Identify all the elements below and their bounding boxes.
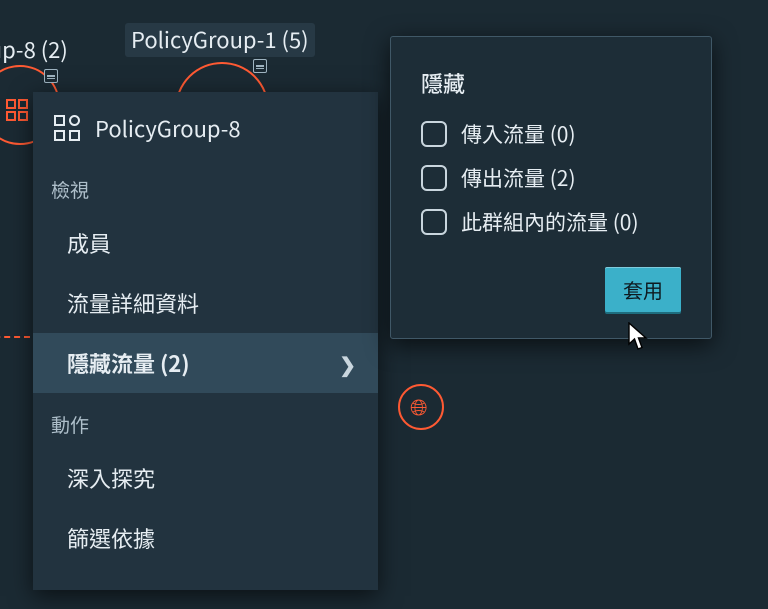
node-label-group-8: Group-8 (2) <box>0 33 68 65</box>
menu-item-members[interactable]: 成員 <box>33 213 378 273</box>
menu-item-label: 隱藏流量 (2) <box>67 347 190 379</box>
popover-title: 隱藏 <box>421 67 681 99</box>
node-marker-left <box>44 69 58 83</box>
network-canvas[interactable]: Group-8 (2) PolicyGroup-1 (5) 🌐︎ <box>0 0 768 609</box>
menu-item-label: 流量詳細資料 <box>67 287 199 319</box>
menu-item-label: 成員 <box>67 227 111 259</box>
node-marker-center <box>253 59 267 73</box>
checkbox-label: 傳入流量 (0) <box>461 119 576 149</box>
chevron-right-icon: ❯ <box>339 349 356 378</box>
hide-traffic-popover: 隱藏 傳入流量 (0) 傳出流量 (2) 此群組內的流量 (0) 套用 <box>390 36 712 339</box>
context-menu: PolicyGroup-8 檢視 成員 流量詳細資料 隱藏流量 (2) ❯ 動作… <box>33 92 378 590</box>
checkbox-box <box>421 209 447 235</box>
node-label-policygroup-1: PolicyGroup-1 (5) <box>125 23 315 57</box>
checkbox-incoming[interactable]: 傳入流量 (0) <box>421 119 681 149</box>
menu-item-label: 深入探究 <box>67 462 155 494</box>
section-label-actions: 動作 <box>33 393 378 448</box>
globe-icon: 🌐︎ <box>410 395 428 417</box>
checkbox-intra-group[interactable]: 此群組內的流量 (0) <box>421 207 681 237</box>
checkbox-box <box>421 121 447 147</box>
context-menu-title: PolicyGroup-8 <box>95 112 241 144</box>
node-glyph-left <box>6 99 30 123</box>
checkbox-outgoing[interactable]: 傳出流量 (2) <box>421 163 681 193</box>
apply-button[interactable]: 套用 <box>605 267 681 312</box>
group-grid-icon <box>53 114 81 142</box>
checkbox-box <box>421 165 447 191</box>
menu-item-label: 篩選依據 <box>67 522 155 554</box>
checkbox-label: 此群組內的流量 (0) <box>461 207 639 237</box>
checkbox-label: 傳出流量 (2) <box>461 163 576 193</box>
menu-item-traffic-details[interactable]: 流量詳細資料 <box>33 273 378 333</box>
menu-item-filter-by[interactable]: 篩選依據 <box>33 508 378 568</box>
edge-dotted <box>0 336 30 338</box>
section-label-view: 檢視 <box>33 158 378 213</box>
menu-item-hidden-traffic[interactable]: 隱藏流量 (2) ❯ <box>33 333 378 393</box>
context-menu-header: PolicyGroup-8 <box>33 92 378 158</box>
menu-item-drill-down[interactable]: 深入探究 <box>33 448 378 508</box>
